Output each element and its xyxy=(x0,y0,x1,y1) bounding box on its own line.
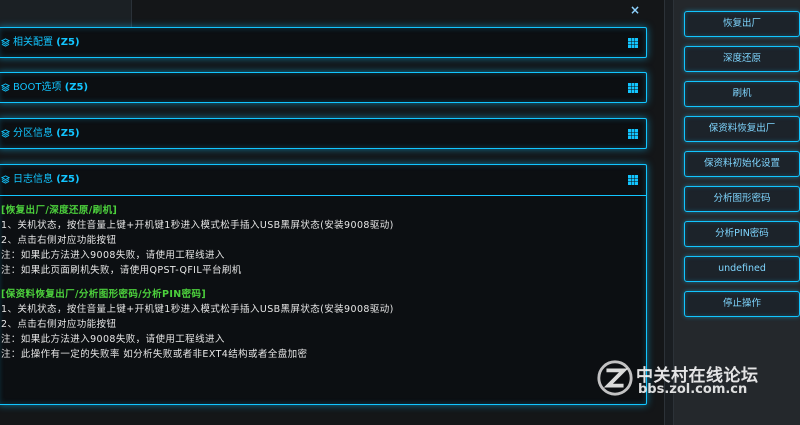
grid-icon[interactable] xyxy=(628,83,638,93)
panel-title: 日志信息 (Z5) xyxy=(13,174,80,185)
close-button[interactable]: × xyxy=(630,3,640,17)
top-bar: × xyxy=(0,0,664,36)
grid-icon[interactable] xyxy=(628,129,638,139)
log-line: 1、关机状态，按住音量上键+开机键1秒进入模式松手插入USB黑屏状态(安装900… xyxy=(1,220,394,231)
zol-logo-icon xyxy=(597,360,633,396)
panel-log: 日志信息 (Z5) [恢复出厂/深度还原/刷机] 1、关机状态，按住音量上键+开… xyxy=(0,164,647,405)
log-section-heading: [保资料恢复出厂/分析图形密码/分析PIN密码] xyxy=(1,289,207,300)
log-line: 2、点击右侧对应功能按钮 xyxy=(1,235,117,246)
log-line: 注：如果此方法进入9008失败，请使用工程线进入 xyxy=(1,334,225,345)
deep-restore-button[interactable]: 深度还原 xyxy=(684,46,800,72)
stop-button[interactable]: 停止操作 xyxy=(684,291,800,317)
log-spacer xyxy=(1,278,641,287)
main-panel-area: × 相关配置 (Z5) BOOT选项 (Z5) 分区信息 (Z5) 日志信息 (… xyxy=(0,0,664,425)
grid-icon[interactable] xyxy=(628,175,638,185)
log-line: 注：此操作有一定的失败率 如分析失败或者非EXT4结构或者全盘加密 xyxy=(1,349,308,360)
watermark-url: bbs.zol.com.cn xyxy=(638,382,748,397)
analyze-pattern-button[interactable]: 分析图形密码 xyxy=(684,186,800,212)
log-line: 注：如果此方法进入9008失败，请使用工程线进入 xyxy=(1,250,225,261)
panel-title: 分区信息 (Z5) xyxy=(13,128,80,139)
watermark: 中关村在线论坛 bbs.zol.com.cn xyxy=(596,357,796,403)
log-section-heading: [恢复出厂/深度还原/刷机] xyxy=(1,205,118,216)
layers-icon xyxy=(1,83,10,92)
layers-icon xyxy=(1,38,10,47)
factory-reset-button[interactable]: 恢复出厂 xyxy=(684,11,800,37)
panel-title: BOOT选项 (Z5) xyxy=(13,82,89,93)
log-line: 2、点击右侧对应功能按钮 xyxy=(1,319,117,330)
flash-button[interactable]: 刷机 xyxy=(684,81,800,107)
log-line: 注：如果此页面刷机失败，请使用QPST-QFIL平台刷机 xyxy=(1,265,242,276)
analyze-pin-button[interactable]: 分析PIN密码 xyxy=(684,221,800,247)
keep-data-init-button[interactable]: 保资料初始化设置 xyxy=(684,151,800,177)
panel-boot[interactable]: BOOT选项 (Z5) xyxy=(0,72,647,103)
undefined-button[interactable]: undefined xyxy=(684,256,800,282)
log-line: 1、关机状态，按住音量上键+开机键1秒进入模式松手插入USB黑屏状态(安装900… xyxy=(1,304,394,315)
log-panel-header[interactable]: 日志信息 (Z5) xyxy=(0,165,646,196)
layers-icon xyxy=(1,175,10,184)
panel-partition[interactable]: 分区信息 (Z5) xyxy=(0,118,647,149)
layers-icon xyxy=(1,129,10,138)
panel-config[interactable]: 相关配置 (Z5) xyxy=(0,27,647,58)
panel-title: 相关配置 (Z5) xyxy=(13,37,80,48)
keep-data-reset-button[interactable]: 保资料恢复出厂 xyxy=(684,116,800,142)
grid-icon[interactable] xyxy=(628,38,638,48)
log-output: [恢复出厂/深度还原/刷机] 1、关机状态，按住音量上键+开机键1秒进入模式松手… xyxy=(1,203,641,362)
